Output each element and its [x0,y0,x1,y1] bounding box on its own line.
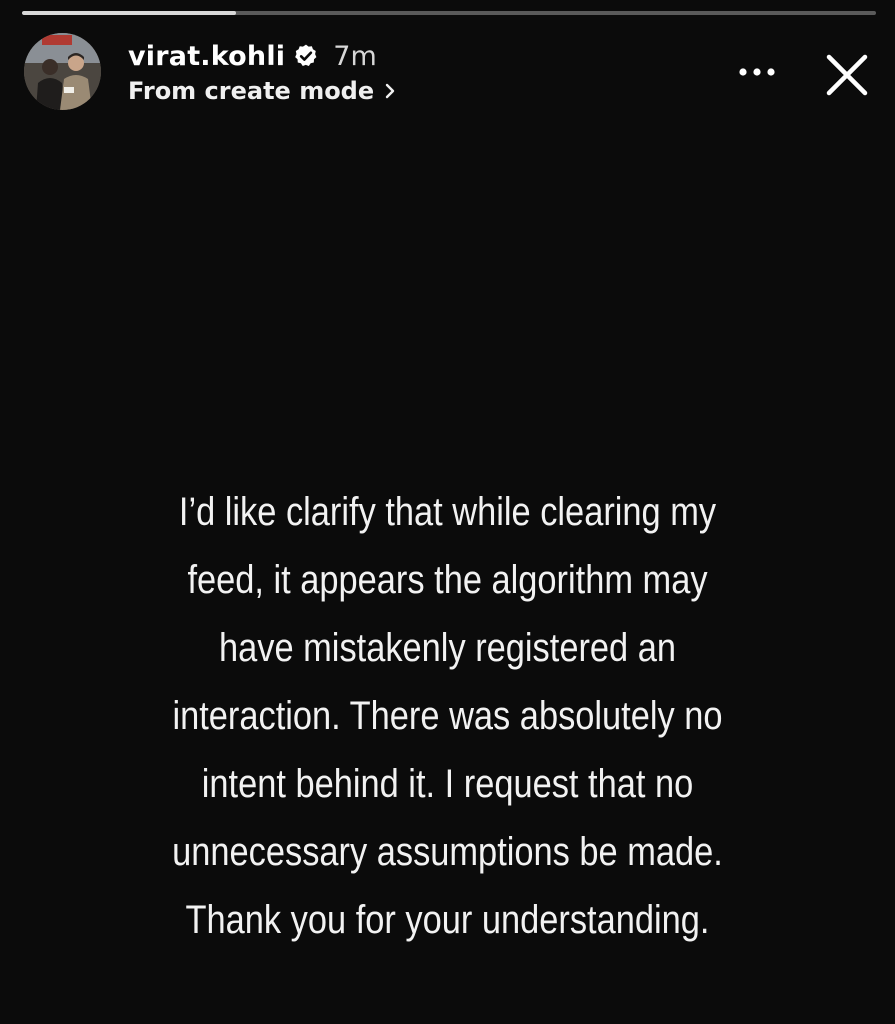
chevron-right-icon [385,83,395,99]
more-horizontal-icon [739,68,775,76]
header-user-row[interactable]: virat.kohli 7m [128,38,377,74]
more-options-button[interactable] [734,58,780,86]
create-mode-link[interactable]: From create mode [128,74,396,108]
story-text-line: I’d like clarify that while clearing my [178,490,717,534]
story-text-line: have mistakenly registered an [218,626,676,670]
subtitle-label: From create mode [128,77,375,105]
story-text: I’d like clarify that while clearing my … [97,478,798,954]
story-progress-fill [22,11,236,15]
verified-badge-icon [295,44,317,66]
close-icon [826,54,868,96]
story-viewer[interactable]: virat.kohli 7m From create mode I’d like… [0,0,895,1024]
story-progress-bar [22,11,876,15]
avatar-image [24,33,101,110]
post-time: 7m [333,40,377,72]
story-text-line: unnecessary assumptions be made. [172,830,723,874]
close-button[interactable] [822,50,872,100]
story-text-line: Thank you for your understanding. [185,898,710,942]
story-text-line: intent behind it. I request that no [201,762,694,806]
username[interactable]: virat.kohli [128,41,285,72]
story-text-line: feed, it appears the algorithm may [187,558,708,602]
story-text-line: interaction. There was absolutely no [172,694,723,738]
avatar[interactable] [24,33,101,110]
